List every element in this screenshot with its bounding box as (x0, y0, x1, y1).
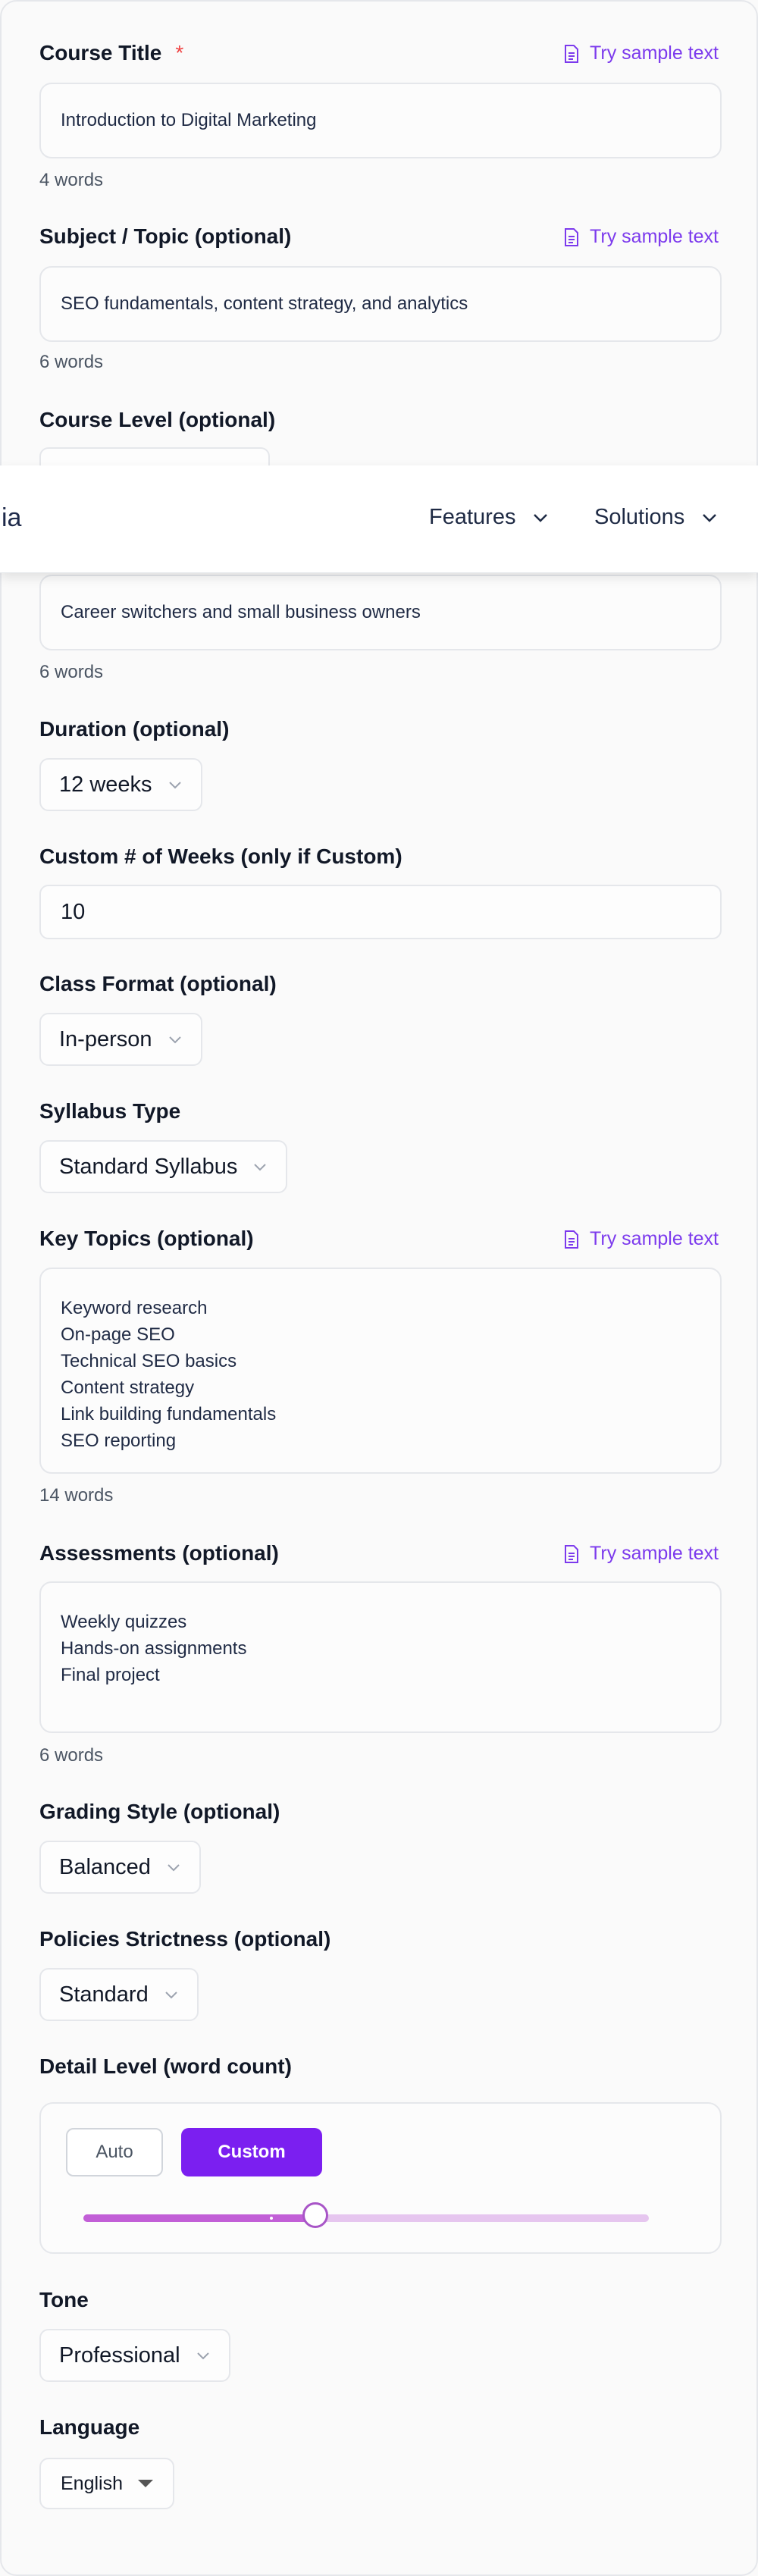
document-icon (565, 227, 579, 246)
document-icon (565, 44, 579, 63)
audience-word-count: 6 words (39, 662, 104, 682)
try-sample-key-topics[interactable]: Try sample text (562, 1228, 719, 1250)
assessment-line: Final project (61, 1665, 160, 1685)
key-topic-line: On-page SEO (61, 1324, 175, 1345)
assessments-label: Assessments (optional) (39, 1541, 279, 1565)
key-topic-line: Technical SEO basics (61, 1351, 237, 1371)
key-topic-line: Link building fundamentals (61, 1404, 277, 1424)
subject-label: Subject / Topic (optional) (39, 224, 292, 248)
syllabus-type-select[interactable]: Standard Syllabus (39, 1140, 288, 1193)
detail-level-panel: Auto Custom (39, 2102, 722, 2254)
subject-input[interactable]: SEO fundamentals, content strategy, and … (39, 266, 722, 342)
auto-button[interactable]: Auto (66, 2128, 163, 2176)
nav-menu-features[interactable]: Features (429, 505, 549, 530)
custom-weeks-input[interactable]: 10 (39, 885, 722, 939)
assessment-line: Hands-on assignments (61, 1638, 247, 1659)
language-select[interactable]: English (39, 2458, 174, 2509)
course-level-label: Course Level (optional) (39, 408, 276, 431)
detail-slider-track[interactable] (83, 2214, 649, 2222)
chevron-down-icon (196, 2352, 209, 2360)
top-navigation-bar: ia Features Solutions (0, 465, 758, 573)
chevron-down-icon (534, 513, 548, 522)
try-sample-course-title[interactable]: Try sample text (562, 42, 719, 64)
assessments-textarea[interactable]: Weekly quizzes Hands-on assignments Fina… (39, 1581, 722, 1733)
tone-select[interactable]: Professional (39, 2329, 230, 2382)
course-title-label: Course Title * (39, 41, 184, 64)
class-format-select[interactable]: In-person (39, 1013, 202, 1066)
course-title-input[interactable]: Introduction to Digital Marketing (39, 83, 722, 158)
subject-word-count: 6 words (39, 352, 104, 372)
nav-menu-solutions[interactable]: Solutions (594, 505, 718, 530)
detail-slider-fill (83, 2214, 315, 2222)
try-sample-subject[interactable]: Try sample text (562, 226, 719, 248)
syllabus-type-label: Syllabus Type (39, 1099, 181, 1123)
form-card: Course Title * Try sample text Introducti… (0, 0, 758, 2576)
key-topic-line: Keyword research (61, 1298, 208, 1318)
grading-style-label: Grading Style (optional) (39, 1800, 280, 1823)
audience-input[interactable]: Career switchers and small business owne… (39, 575, 722, 650)
assessment-line: Weekly quizzes (61, 1612, 187, 1632)
brand-logo-fragment[interactable]: ia (2, 503, 21, 533)
language-label: Language (39, 2415, 140, 2439)
chevron-down-icon (164, 1992, 177, 1999)
chevron-down-icon (254, 1164, 267, 1171)
chevron-down-icon (168, 1036, 181, 1044)
policies-select[interactable]: Standard (39, 1968, 199, 2021)
detail-slider-thumb[interactable] (302, 2202, 328, 2228)
tone-label: Tone (39, 2288, 89, 2311)
document-icon (565, 1544, 579, 1563)
required-mark: * (175, 41, 184, 64)
duration-label: Duration (optional) (39, 717, 230, 741)
key-topics-label: Key Topics (optional) (39, 1227, 254, 1250)
key-topics-word-count: 14 words (39, 1485, 114, 1506)
assessments-word-count: 6 words (39, 1745, 104, 1766)
try-sample-assessments[interactable]: Try sample text (562, 1543, 719, 1565)
key-topic-line: SEO reporting (61, 1431, 177, 1451)
custom-button[interactable]: Custom (181, 2128, 322, 2176)
grading-style-select[interactable]: Balanced (39, 1841, 201, 1894)
custom-weeks-label: Custom # of Weeks (only if Custom) (39, 845, 402, 868)
document-icon (565, 1230, 579, 1249)
chevron-down-icon (168, 782, 181, 789)
policies-label: Policies Strictness (optional) (39, 1927, 331, 1951)
detail-slider-tick (270, 2217, 273, 2220)
caret-down-icon (138, 2480, 153, 2487)
key-topic-line: Content strategy (61, 1377, 195, 1398)
detail-level-label: Detail Level (word count) (39, 2054, 292, 2078)
key-topics-textarea[interactable]: Keyword research On-page SEO Technical S… (39, 1268, 722, 1474)
duration-select[interactable]: 12 weeks (39, 758, 202, 811)
class-format-label: Class Format (optional) (39, 972, 277, 995)
chevron-down-icon (168, 1864, 180, 1872)
chevron-down-icon (703, 513, 717, 522)
course-title-word-count: 4 words (39, 170, 104, 190)
